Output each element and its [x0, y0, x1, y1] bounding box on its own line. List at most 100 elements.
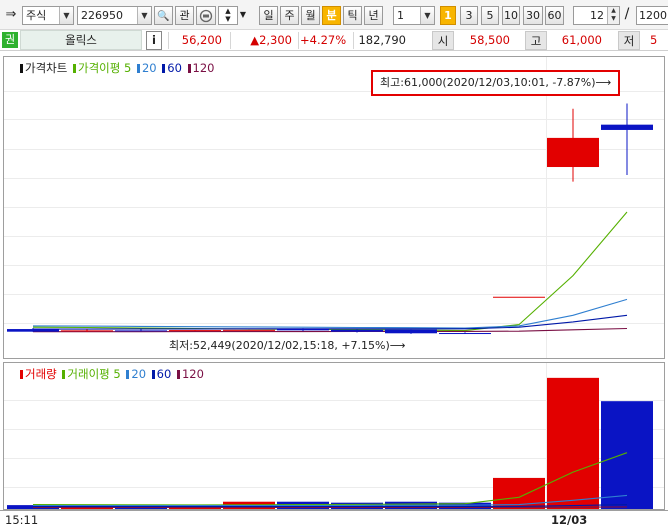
low-label: 저 [618, 31, 640, 50]
high-price: 61,000 [561, 33, 602, 47]
volume-pane[interactable]: 거래량 거래이평 5 20 60 120 [3, 362, 665, 510]
period-minute-button[interactable]: 분 [322, 6, 341, 25]
legend-ma-label-text: 거래이평 [67, 367, 110, 381]
legend-marker [151, 370, 155, 379]
time-axis: 15:11 12/03 [0, 510, 668, 529]
period-year-button[interactable]: 년 [364, 6, 383, 25]
divider [353, 32, 354, 49]
legend-marker [176, 370, 180, 379]
legend-ma5: 5 [123, 61, 132, 75]
price-legend: 가격차트 가격이평 5 20 60 120 [20, 60, 217, 76]
open-label: 시 [432, 31, 454, 50]
axis-start-time: 15:11 [5, 513, 39, 527]
legend-ma-label: 거래이평 5 [62, 367, 121, 381]
quote-bar: 권 올릭스 i 56,200 ▲2,300 +4.27% 182,790 시 5… [0, 30, 668, 51]
candle-body [7, 329, 59, 332]
stock-name[interactable]: 올릭스 [20, 30, 142, 50]
period-tick-button[interactable]: 틱 [343, 6, 362, 25]
low-price: 5 [650, 33, 658, 47]
legend-ma20-text: 20 [131, 367, 147, 381]
divider [230, 32, 231, 49]
axis-date-label: 12/03 [551, 513, 588, 527]
candle-body [601, 124, 653, 130]
legend-ma-label-text: 가격이평 [77, 61, 121, 75]
period-month-button[interactable]: 월 [301, 6, 320, 25]
legend-ma20-text: 20 [141, 61, 157, 75]
search-icon: 🔍 [157, 11, 170, 22]
legend-title-text: 가격차트 [25, 61, 68, 75]
search-button[interactable]: 🔍 [154, 6, 173, 25]
ma20-line [32, 298, 628, 329]
market-select-value: 주식 [26, 9, 47, 22]
stock-code-value: 226950 [81, 9, 123, 22]
interval-select-value: 1 [397, 9, 404, 22]
relation-button[interactable]: 관 [175, 6, 194, 25]
preset-3-button[interactable]: 3 [460, 6, 478, 25]
candle-body [439, 333, 491, 335]
current-price: 56,200 [181, 33, 222, 47]
candle-body [277, 328, 329, 331]
robot-icon[interactable] [196, 6, 216, 25]
legend-ma20: 20 [126, 367, 146, 381]
interval-select[interactable]: 1 ▼ [393, 6, 435, 25]
period-week-button[interactable]: 주 [280, 6, 299, 25]
slash-separator: / [624, 6, 630, 22]
updown-stepper[interactable]: ▲ ▼ [218, 6, 238, 25]
legend-ma60-text: 60 [167, 61, 182, 75]
preset-10-button[interactable]: 10 [502, 6, 520, 25]
price-plot [7, 103, 653, 335]
change-percent: +4.27% [300, 33, 347, 47]
legend-marker [136, 64, 140, 73]
info-icon[interactable]: i [146, 31, 162, 50]
count-stepper[interactable]: 12 ▲ ▼ [573, 6, 620, 25]
legend-ma120: 120 [187, 61, 215, 75]
price-pane[interactable]: 가격차트 가격이평 5 20 60 120 최고:61,000(2020/12/… [3, 56, 665, 359]
open-price: 58,500 [469, 33, 510, 47]
legend-ma60-text: 60 [156, 367, 172, 381]
chevron-down-icon[interactable]: ▼ [420, 7, 434, 24]
volume-plot [7, 377, 653, 509]
legend-ma60: 60 [162, 61, 182, 75]
legend-ma60: 60 [151, 367, 172, 381]
stock-code-input[interactable]: 226950 ▼ [77, 6, 152, 25]
chevron-down-icon[interactable]: ▼ [59, 7, 73, 24]
rights-badge: 권 [2, 32, 18, 48]
candle-body [61, 330, 113, 332]
period-day-button[interactable]: 일 [259, 6, 278, 25]
high-label: 고 [525, 31, 547, 50]
volume-legend-title: 거래량 [20, 367, 57, 381]
price-legend-title: 가격차트 [20, 61, 67, 75]
stepper-arrows-icon[interactable]: ▲ ▼ [607, 7, 619, 24]
candle-body [547, 137, 599, 168]
candle-body [169, 330, 221, 332]
market-select[interactable]: 주식 ▼ [22, 6, 74, 25]
total-count-input[interactable]: 1200 [636, 6, 668, 25]
preset-30-button[interactable]: 30 [523, 6, 543, 25]
link-arrow-icon[interactable]: ⇒ [2, 6, 20, 25]
legend-marker [20, 64, 23, 73]
legend-ma120: 120 [176, 367, 204, 381]
candle-body [385, 329, 437, 334]
legend-ma-label: 가격이평 5 [72, 61, 132, 75]
low-price-annotation: 최저:52,449(2020/12/02,15:18, +7.15%)⟶ [169, 339, 406, 353]
legend-ma20: 20 [136, 61, 157, 75]
volume-bar [547, 377, 599, 509]
price-change: ▲2,300 [250, 33, 292, 47]
preset-1-button[interactable]: 1 [440, 6, 456, 25]
candle-body [223, 329, 275, 331]
candle-body [331, 329, 383, 332]
chevron-down-icon[interactable]: ▼ [238, 6, 248, 25]
legend-title-text: 거래량 [25, 367, 57, 381]
chevron-up-icon[interactable]: ▲ [219, 7, 237, 15]
legend-ma120-text: 120 [181, 367, 204, 381]
volume-legend: 거래량 거래이평 5 20 60 120 [20, 366, 206, 382]
volume-bar [601, 401, 653, 509]
legend-marker [62, 370, 66, 379]
preset-60-button[interactable]: 60 [545, 6, 564, 25]
chevron-down-icon[interactable]: ▼ [137, 7, 151, 24]
legend-marker [126, 370, 130, 379]
chevron-down-icon[interactable]: ▼ [219, 15, 237, 23]
candle-body [115, 330, 167, 332]
preset-5-button[interactable]: 5 [481, 6, 499, 25]
legend-ma120-text: 120 [192, 61, 215, 75]
